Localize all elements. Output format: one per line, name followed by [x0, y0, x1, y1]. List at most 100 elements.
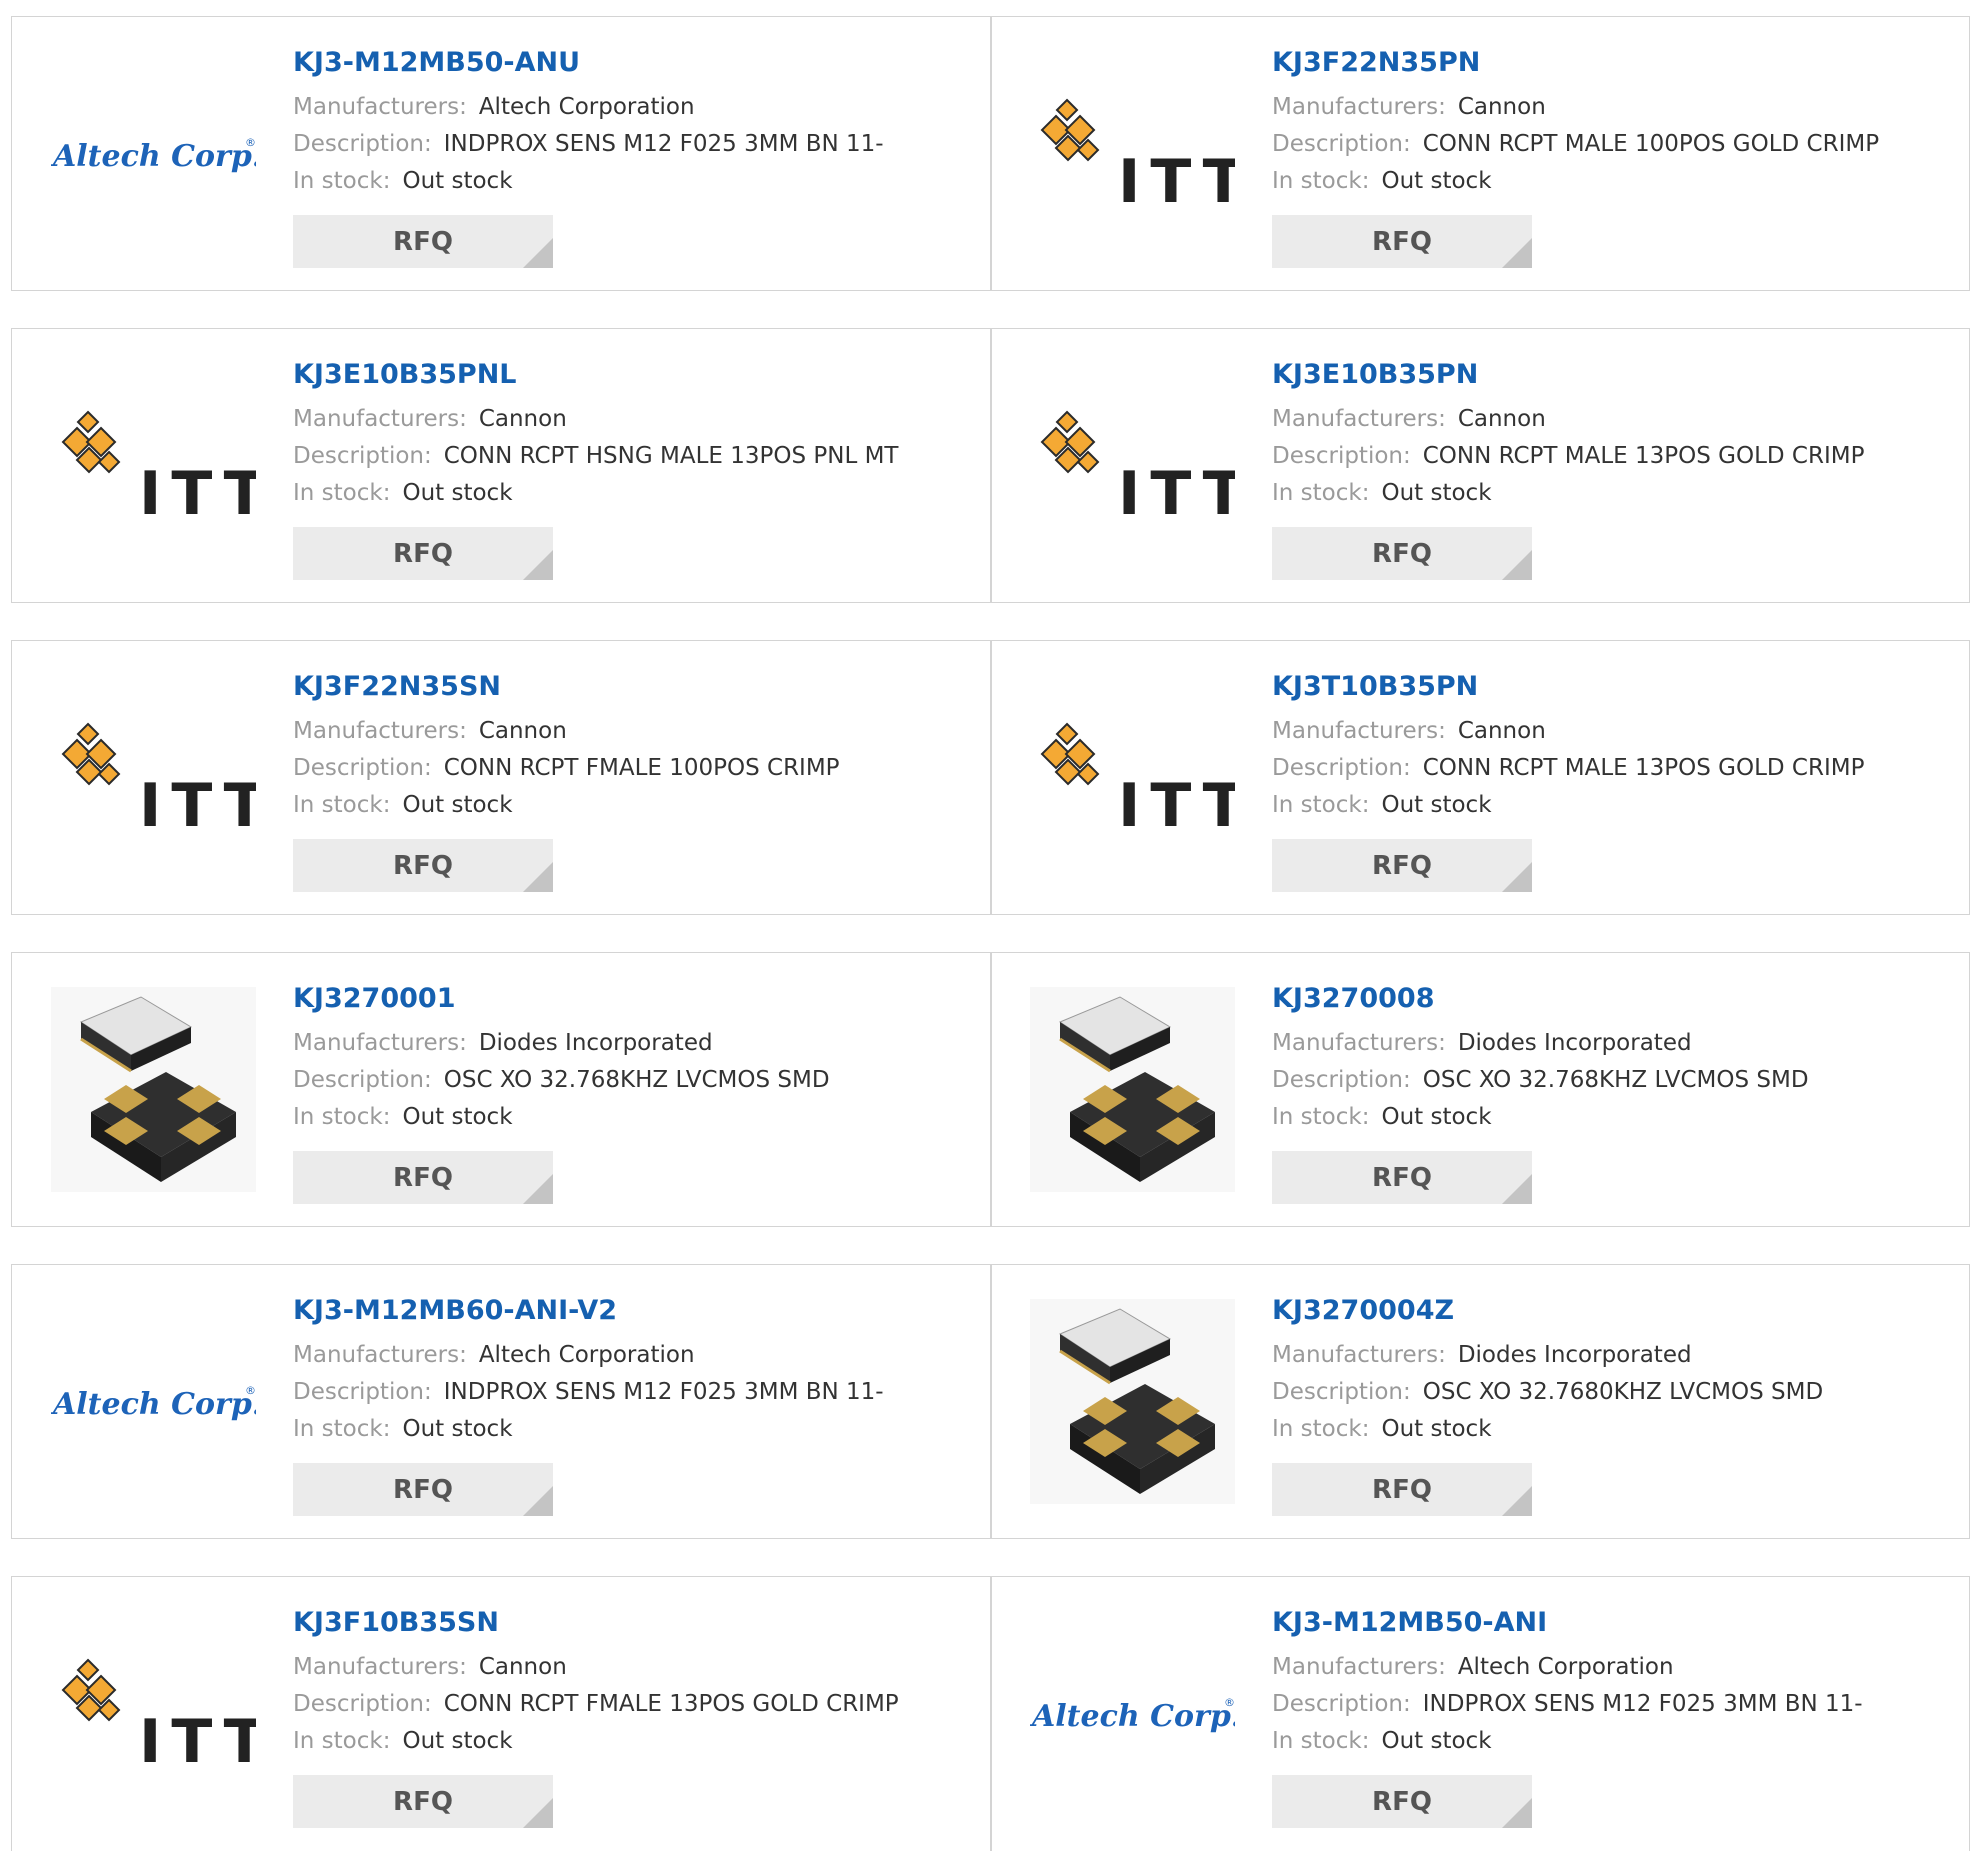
rfq-button[interactable]: RFQ — [1272, 1463, 1532, 1516]
manufacturer-logo: ITT — [51, 1611, 256, 1816]
rfq-button[interactable]: RFQ — [1272, 839, 1532, 892]
manufacturer-value: Cannon — [1457, 94, 1546, 120]
description-value: CONN RCPT MALE 13POS GOLD CRIMP — [1422, 755, 1865, 781]
manufacturer-logo: ITT — [1030, 675, 1235, 880]
description-label: Description: — [293, 1379, 432, 1405]
product-info: KJ3270008 Manufacturers: Diodes Incorporat… — [1272, 981, 1959, 1136]
description-label: Description: — [293, 443, 432, 469]
stock-value: Out stock — [402, 792, 513, 818]
part-number-link[interactable]: KJ3E10B35PN — [1272, 357, 1478, 393]
description-line: Description: CONN RCPT HSNG MALE 13POS PN… — [293, 438, 980, 475]
product-card: ITT KJ3T10B35PN Manufacturers: Cannon Descri… — [991, 641, 1969, 914]
rfq-button[interactable]: RFQ — [293, 1775, 553, 1828]
altech-logo-icon: Altech Corp.® — [51, 136, 256, 174]
corner-fold-icon — [523, 862, 553, 892]
rfq-label: RFQ — [393, 1474, 453, 1505]
part-number-link[interactable]: KJ3270008 — [1272, 981, 1434, 1017]
manufacturer-line: Manufacturers: Cannon — [1272, 713, 1959, 750]
rfq-label: RFQ — [1372, 1162, 1432, 1193]
rfq-label: RFQ — [1372, 226, 1432, 257]
stock-value: Out stock — [1381, 792, 1492, 818]
svg-text:ITT: ITT — [139, 459, 256, 526]
itt-logo-icon: ITT — [1040, 722, 1235, 838]
stock-label: In stock: — [1272, 1416, 1370, 1442]
product-card: ITT KJ3E10B35PNL Manufacturers: Cannon Descr… — [12, 329, 990, 602]
rfq-label: RFQ — [1372, 1786, 1432, 1817]
itt-logo-icon: ITT — [1040, 98, 1235, 214]
product-card: ITT KJ3E10B35PN Manufacturers: Cannon Descri… — [991, 329, 1969, 602]
manufacturer-line: Manufacturers: Altech Corporation — [293, 89, 980, 126]
manufacturer-logo: ITT — [51, 675, 256, 880]
part-number-link[interactable]: KJ3F10B35SN — [293, 1605, 499, 1641]
stock-value: Out stock — [1381, 168, 1492, 194]
description-line: Description: INDPROX SENS M12 F025 3MM BN… — [293, 1374, 980, 1411]
part-number-link[interactable]: KJ3T10B35PN — [1272, 669, 1478, 705]
stock-label: In stock: — [1272, 1104, 1370, 1130]
stock-value: Out stock — [402, 480, 513, 506]
stock-line: In stock: Out stock — [293, 1723, 980, 1760]
product-row: KJ3270001 Manufacturers: Diodes Incorporat… — [11, 952, 1970, 1227]
manufacturer-logo: Altech Corp. ® — [51, 1299, 256, 1504]
manufacturer-label: Manufacturers: — [293, 1342, 467, 1368]
manufacturer-line: Manufacturers: Cannon — [1272, 401, 1959, 438]
rfq-button[interactable]: RFQ — [293, 1463, 553, 1516]
stock-line: In stock: Out stock — [293, 1411, 980, 1448]
manufacturer-label: Manufacturers: — [1272, 1030, 1446, 1056]
stock-line: In stock: Out stock — [293, 163, 980, 200]
corner-fold-icon — [523, 550, 553, 580]
rfq-button[interactable]: RFQ — [293, 527, 553, 580]
rfq-button[interactable]: RFQ — [1272, 215, 1532, 268]
description-label: Description: — [1272, 1691, 1411, 1717]
manufacturer-value: Altech Corporation — [478, 94, 695, 120]
description-line: Description: CONN RCPT MALE 100POS GOLD C… — [1272, 126, 1959, 163]
part-number-link[interactable]: KJ3E10B35PNL — [293, 357, 517, 393]
oscillator-chip-icon — [1030, 1299, 1235, 1504]
rfq-button[interactable]: RFQ — [1272, 1151, 1532, 1204]
rfq-button[interactable]: RFQ — [293, 215, 553, 268]
part-number-link[interactable]: KJ3F22N35PN — [1272, 45, 1480, 81]
description-value: CONN RCPT MALE 13POS GOLD CRIMP — [1422, 443, 1865, 469]
manufacturer-logo: Altech Corp. ® — [51, 51, 256, 256]
description-label: Description: — [1272, 755, 1411, 781]
rfq-label: RFQ — [1372, 538, 1432, 569]
svg-text:®: ® — [1224, 1696, 1235, 1709]
stock-value: Out stock — [402, 168, 513, 194]
product-info: KJ3F10B35SN Manufacturers: Cannon Descripti… — [293, 1605, 980, 1760]
manufacturer-label: Manufacturers: — [293, 94, 467, 120]
product-info: KJ3270001 Manufacturers: Diodes Incorporat… — [293, 981, 980, 1136]
rfq-button[interactable]: RFQ — [293, 839, 553, 892]
stock-line: In stock: Out stock — [293, 787, 980, 824]
rfq-label: RFQ — [393, 1162, 453, 1193]
rfq-label: RFQ — [1372, 1474, 1432, 1505]
description-value: OSC XO 32.7680KHZ LVCMOS SMD — [1422, 1379, 1824, 1405]
svg-text:Altech Corp.: Altech Corp. — [51, 139, 256, 174]
part-number-link[interactable]: KJ3-M12MB50-ANU — [293, 45, 580, 81]
corner-fold-icon — [523, 1798, 553, 1828]
stock-value: Out stock — [1381, 1728, 1492, 1754]
product-info: KJ3-M12MB50-ANU Manufacturers: Altech Corp… — [293, 45, 980, 200]
product-card: Altech Corp. ® KJ3-M12MB60-ANI-V2 Manufactu… — [12, 1265, 990, 1538]
manufacturer-logo — [51, 987, 256, 1192]
product-card: KJ3270004Z Manufacturers: Diodes Incorpora… — [991, 1265, 1969, 1538]
part-number-link[interactable]: KJ3270001 — [293, 981, 455, 1017]
itt-logo-icon: ITT — [61, 722, 256, 838]
part-number-link[interactable]: KJ3-M12MB50-ANI — [1272, 1605, 1547, 1641]
manufacturer-value: Diodes Incorporated — [1457, 1342, 1692, 1368]
part-number-link[interactable]: KJ3-M12MB60-ANI-V2 — [293, 1293, 617, 1329]
description-value: INDPROX SENS M12 F025 3MM BN 11- — [443, 131, 884, 157]
manufacturer-line: Manufacturers: Altech Corporation — [1272, 1649, 1959, 1686]
stock-label: In stock: — [1272, 480, 1370, 506]
description-line: Description: CONN RCPT FMALE 13POS GOLD C… — [293, 1686, 980, 1723]
part-number-link[interactable]: KJ3270004Z — [1272, 1293, 1454, 1329]
rfq-button[interactable]: RFQ — [293, 1151, 553, 1204]
manufacturer-value: Altech Corporation — [1457, 1654, 1674, 1680]
rfq-button[interactable]: RFQ — [1272, 527, 1532, 580]
stock-line: In stock: Out stock — [293, 475, 980, 512]
stock-line: In stock: Out stock — [1272, 787, 1959, 824]
rfq-button[interactable]: RFQ — [1272, 1775, 1532, 1828]
manufacturer-label: Manufacturers: — [1272, 1342, 1446, 1368]
description-label: Description: — [293, 1691, 432, 1717]
part-number-link[interactable]: KJ3F22N35SN — [293, 669, 501, 705]
description-value: CONN RCPT MALE 100POS GOLD CRIMP — [1422, 131, 1880, 157]
product-card: ITT KJ3F22N35PN Manufacturers: Cannon Descri… — [991, 17, 1969, 290]
